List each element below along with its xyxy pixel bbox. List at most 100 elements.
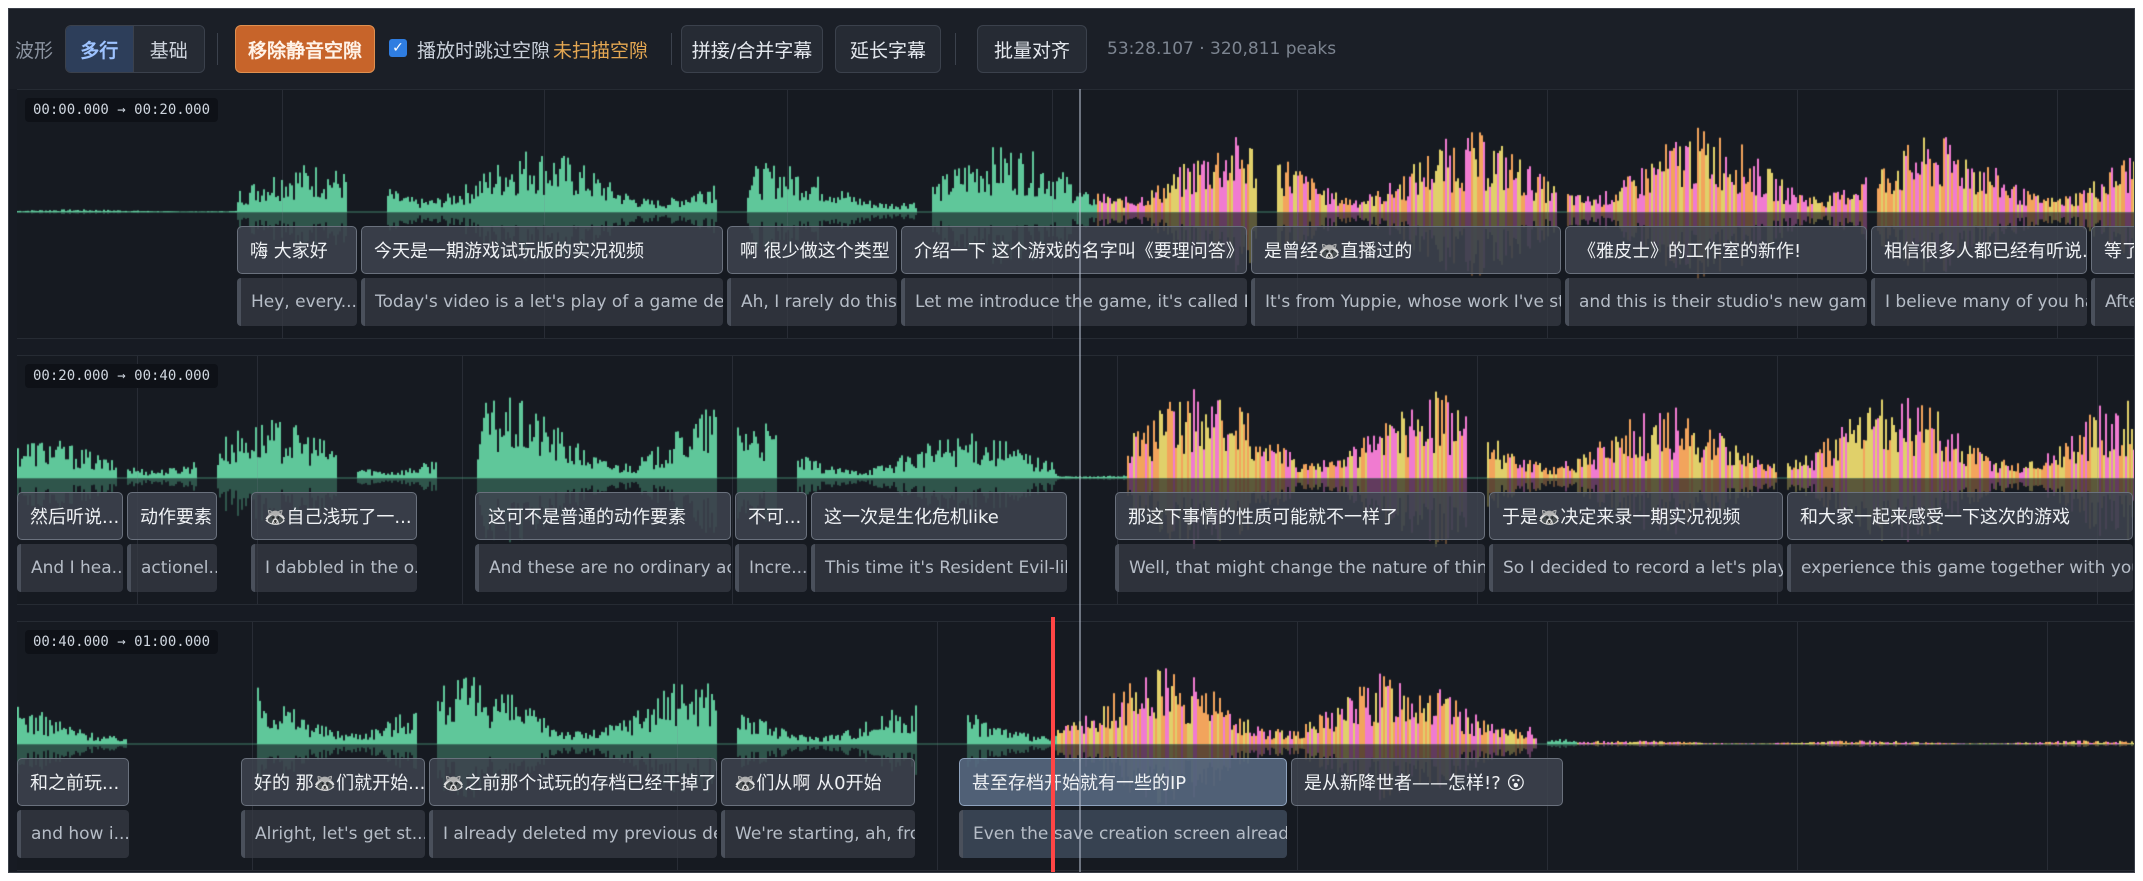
waveform-info: 53:28.107 · 320,811 peaks <box>1107 39 1337 59</box>
grid-line <box>462 356 463 604</box>
extend-subtitles-button[interactable]: 延长字幕 <box>835 25 941 73</box>
cue-text-en[interactable]: Even the save creation screen already h.… <box>959 810 1287 858</box>
subtitle-cue[interactable]: 相信很多人都已经有听说...I believe many of you ha..… <box>1871 226 2087 326</box>
subtitle-cue[interactable]: 这一次是生化危机like This time it's Resident Evil… <box>811 492 1067 592</box>
cue-text-zh[interactable]: 好的 那🦝们就开始... <box>241 758 425 806</box>
cue-text-en[interactable]: It's from Yuppie, whose work I've stre..… <box>1251 278 1561 326</box>
subtitle-cue[interactable]: 介绍一下 这个游戏的名字叫《要理问答》Let me introduce the … <box>901 226 1247 326</box>
subtitle-cue[interactable]: 这可不是普通的动作要素And these are no ordinary act… <box>475 492 731 592</box>
cue-text-en[interactable]: Incre... <box>735 544 807 592</box>
batch-align-button[interactable]: 批量对齐 <box>977 25 1087 73</box>
cursor-line[interactable] <box>1051 617 1055 872</box>
cue-text-zh[interactable]: 那这下事情的性质可能就不一样了 <box>1115 492 1485 540</box>
waveform-row-3[interactable]: 00:40.000 → 01:00.000 和之前玩... and how i..… <box>17 621 2134 871</box>
subtitle-cue[interactable]: 然后听说... And I hea... <box>17 492 123 592</box>
cue-text-en[interactable]: I believe many of you ha... <box>1871 278 2087 326</box>
subtitle-cue[interactable]: 啊 很少做这个类型 Ah, I rarely do this... <box>727 226 897 326</box>
waveform-row-1[interactable]: 00:00.000 → 00:20.000 嗨 大家好 Hey, every...… <box>17 89 2134 339</box>
remove-silence-button[interactable]: 移除静音空隙 <box>235 25 375 73</box>
waveform-mode-toggle: 多行 基础 <box>65 25 205 73</box>
cue-text-en[interactable]: Well, that might change the nature of th… <box>1115 544 1485 592</box>
cue-text-zh[interactable]: 这一次是生化危机like <box>811 492 1067 540</box>
cue-text-en[interactable]: Alright, let's get st... <box>241 810 425 858</box>
row-time-range: 00:40.000 → 01:00.000 <box>25 630 219 654</box>
grid-line <box>1547 622 1548 870</box>
subtitle-cue[interactable]: 那这下事情的性质可能就不一样了 Well, that might change t… <box>1115 492 1485 592</box>
subtitle-cue[interactable]: 🦝自己浅玩了一... I dabbled in the o... <box>251 492 417 592</box>
cue-text-en[interactable]: So I decided to record a let's play v... <box>1489 544 1783 592</box>
cue-text-en[interactable]: and how i... <box>17 810 129 858</box>
subtitle-cue[interactable]: 嗨 大家好 Hey, every... <box>237 226 357 326</box>
row-time-range: 00:00.000 → 00:20.000 <box>25 98 219 122</box>
grid-line <box>1297 622 1298 870</box>
subtitle-cue[interactable]: 今天是一期游戏试玩版的实况视频 Today's video is a let's … <box>361 226 723 326</box>
cue-text-zh[interactable]: 这可不是普通的动作要素 <box>475 492 731 540</box>
cue-text-en[interactable]: Let me introduce the game, it's called P… <box>901 278 1247 326</box>
cue-text-zh[interactable]: 甚至存档开始就有一些的IP <box>959 758 1287 806</box>
toolbar-divider <box>217 33 218 65</box>
cue-text-zh[interactable]: 嗨 大家好 <box>237 226 357 274</box>
subtitle-editor-window: 波形 多行 基础 移除静音空隙 ✓ 播放时跳过空隙 未扫描空隙 拼接/合并字幕 … <box>8 8 2135 873</box>
cue-text-zh[interactable]: 是曾经🦝直播过的 <box>1251 226 1561 274</box>
subtitle-cue[interactable]: 🦝们从啊 从0开始We're starting, ah, fro... <box>721 758 915 858</box>
grid-line <box>937 622 938 870</box>
cue-text-zh[interactable]: 动作要素 <box>127 492 217 540</box>
toolbar: 波形 多行 基础 移除静音空隙 ✓ 播放时跳过空隙 未扫描空隙 拼接/合并字幕 … <box>9 9 2134 89</box>
toolbar-divider <box>671 33 672 65</box>
subtitle-cue[interactable]: 🦝之前那个试玩的存档已经干掉了~ I already deleted my pre… <box>429 758 717 858</box>
concat-merge-button[interactable]: 拼接/合并字幕 <box>681 25 823 73</box>
cue-text-zh[interactable]: 啊 很少做这个类型 <box>727 226 897 274</box>
waveform-label: 波形 <box>15 39 54 62</box>
cue-text-zh[interactable]: 今天是一期游戏试玩版的实况视频 <box>361 226 723 274</box>
cue-text-en[interactable]: I already deleted my previous dem... <box>429 810 717 858</box>
subtitle-cue[interactable]: 和之前玩... and how i... <box>17 758 129 858</box>
cue-text-zh[interactable]: 🦝自己浅玩了一... <box>251 492 417 540</box>
mode-basic-button[interactable]: 基础 <box>132 26 204 72</box>
cue-text-en[interactable]: actionel... <box>127 544 217 592</box>
subtitle-cue[interactable]: 是曾经🦝直播过的 It's from Yuppie, whose work I'v… <box>1251 226 1561 326</box>
cue-text-zh[interactable]: 不可... <box>735 492 807 540</box>
cue-text-zh[interactable]: 🦝之前那个试玩的存档已经干掉了~ <box>429 758 717 806</box>
cue-text-zh[interactable]: 等了这 <box>2091 226 2134 274</box>
cue-text-zh[interactable]: 然后听说... <box>17 492 123 540</box>
cue-text-en[interactable]: and this is their studio's new game <box>1565 278 1867 326</box>
gaps-not-scanned-status: 未扫描空隙 <box>553 39 649 62</box>
cue-text-en[interactable]: Hey, every... <box>237 278 357 326</box>
cue-text-en[interactable]: We're starting, ah, fro... <box>721 810 915 858</box>
subtitle-cue[interactable]: 好的 那🦝们就开始... Alright, let's get st... <box>241 758 425 858</box>
cue-text-en[interactable]: I dabbled in the o... <box>251 544 417 592</box>
mode-multi-button[interactable]: 多行 <box>66 26 133 72</box>
cue-text-zh[interactable]: 于是🦝决定来录一期实况视频 <box>1489 492 1783 540</box>
subtitle-cue[interactable]: 于是🦝决定来录一期实况视频 So I decided to record a le… <box>1489 492 1783 592</box>
subtitle-cue[interactable]: 动作要素 actionel... <box>127 492 217 592</box>
cue-text-en[interactable]: After <box>2091 278 2134 326</box>
cue-text-en[interactable]: This time it's Resident Evil-like <box>811 544 1067 592</box>
cue-text-en[interactable]: Today's video is a let's play of a game … <box>361 278 723 326</box>
subtitle-cue[interactable]: 是从新降世者——怎样!? 😮 <box>1291 758 1563 808</box>
cue-text-zh[interactable]: 介绍一下 这个游戏的名字叫《要理问答》 <box>901 226 1247 274</box>
cue-text-en[interactable]: Ah, I rarely do this... <box>727 278 897 326</box>
skip-gaps-checkbox[interactable]: ✓ <box>389 39 407 57</box>
cue-text-en[interactable]: And these are no ordinary acti... <box>475 544 731 592</box>
playhead-line[interactable] <box>1079 89 1081 872</box>
subtitle-cue[interactable]: 不可... Incre... <box>735 492 807 592</box>
subtitle-cue[interactable]: 等了这After <box>2091 226 2134 326</box>
cue-text-zh[interactable]: 《雅皮士》的工作室的新作! <box>1565 226 1867 274</box>
subtitle-cue-selected[interactable]: 甚至存档开始就有一些的IPEven the save creation scre… <box>959 758 1287 858</box>
cue-text-zh[interactable]: 相信很多人都已经有听说... <box>1871 226 2087 274</box>
skip-gaps-label[interactable]: 播放时跳过空隙 <box>417 36 550 62</box>
cue-text-zh[interactable]: 是从新降世者——怎样!? 😮 <box>1291 758 1563 806</box>
cue-text-zh[interactable]: 和大家一起来感受一下这次的游戏 <box>1787 492 2133 540</box>
waveform-row-2[interactable]: 00:20.000 → 00:40.000 然后听说... And I hea..… <box>17 355 2134 605</box>
toolbar-divider <box>955 33 956 65</box>
grid-line <box>2047 622 2048 870</box>
subtitle-cue[interactable]: 《雅皮士》的工作室的新作! and this is their studio's … <box>1565 226 1867 326</box>
row-time-range: 00:20.000 → 00:40.000 <box>25 364 219 388</box>
grid-line <box>732 356 733 604</box>
cue-text-en[interactable]: And I hea... <box>17 544 123 592</box>
subtitle-cue[interactable]: 和大家一起来感受一下这次的游戏 experience this game toge… <box>1787 492 2133 592</box>
cue-text-zh[interactable]: 🦝们从啊 从0开始 <box>721 758 915 806</box>
cue-text-zh[interactable]: 和之前玩... <box>17 758 129 806</box>
cue-text-en[interactable]: experience this game together with you a… <box>1787 544 2133 592</box>
grid-line <box>1797 622 1798 870</box>
